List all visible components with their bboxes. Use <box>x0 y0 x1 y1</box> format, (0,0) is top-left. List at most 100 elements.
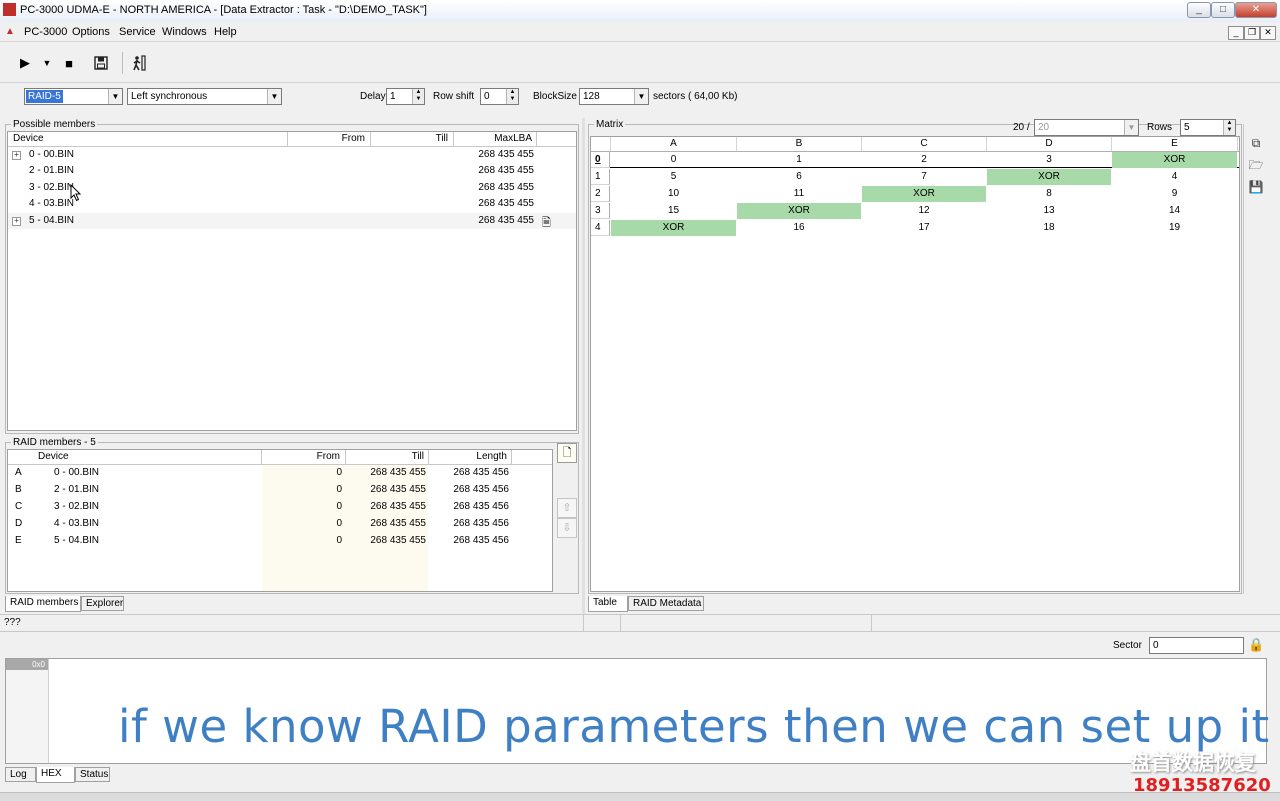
header-till[interactable]: Till <box>373 133 448 144</box>
matrix-col-header[interactable]: A <box>611 137 737 151</box>
matrix-cell-xor[interactable]: XOR <box>737 203 861 219</box>
matrix-col-header[interactable]: D <box>987 137 1112 151</box>
matrix-cell[interactable]: 3 <box>987 152 1111 168</box>
matrix-cell[interactable]: 14 <box>1112 203 1237 219</box>
minimize-button[interactable]: _ <box>1187 2 1211 18</box>
matrix-cell[interactable]: 6 <box>737 169 861 185</box>
spinner-arrows-icon[interactable]: ▲ ▼ <box>1223 120 1235 135</box>
open-folder-icon[interactable]: 🗁 <box>1247 156 1265 174</box>
matrix-col-header[interactable]: B <box>737 137 862 151</box>
vertical-splitter[interactable] <box>582 118 585 628</box>
header-till[interactable]: Till <box>348 451 424 462</box>
matrix-cell[interactable]: 17 <box>862 220 986 236</box>
table-row[interactable]: A 0 - 00.BIN 0 268 435 455 268 435 456 <box>8 465 552 481</box>
matrix-side-toolbar: ⧉ 🗁 💾 <box>1243 124 1268 594</box>
maximize-button[interactable]: □ <box>1211 2 1235 18</box>
header-device[interactable]: Device <box>38 451 69 462</box>
matrix-cell-xor[interactable]: XOR <box>862 186 986 202</box>
toolbar: ▶ ▼ ■ <box>0 42 1280 83</box>
matrix-col-header[interactable]: C <box>862 137 987 151</box>
raid-type-select[interactable]: RAID-5 ▼ <box>24 88 123 105</box>
header-device[interactable]: Device <box>13 133 44 144</box>
dropdown-arrow-icon[interactable]: ▼ <box>38 54 56 72</box>
table-row[interactable]: E 5 - 04.BIN 0 268 435 455 268 435 456 <box>8 533 552 549</box>
matrix-cell[interactable]: 9 <box>1112 186 1237 202</box>
matrix-cell-xor[interactable]: XOR <box>1112 152 1237 168</box>
new-document-icon[interactable]: 🗋 <box>557 443 577 463</box>
table-row[interactable]: C 3 - 02.BIN 0 268 435 455 268 435 456 <box>8 499 552 515</box>
save-disk-icon[interactable]: 💾 <box>1247 178 1265 196</box>
matrix-cell[interactable]: 5 <box>611 169 736 185</box>
mdi-close-button[interactable]: ✕ <box>1260 26 1276 40</box>
matrix-cell[interactable]: 13 <box>987 203 1111 219</box>
move-down-icon[interactable]: ⇩ <box>557 518 577 538</box>
matrix-cell[interactable]: 2 <box>862 152 986 168</box>
tab-table[interactable]: Table <box>588 596 628 612</box>
matrix-count-select[interactable]: 20 ▼ <box>1034 119 1139 136</box>
table-row[interactable]: B 2 - 01.BIN 0 268 435 455 268 435 456 <box>8 482 552 498</box>
exit-icon[interactable] <box>130 54 148 72</box>
tab-raid-members[interactable]: RAID members <box>5 596 81 612</box>
document-icon[interactable]: 🗎 <box>542 214 551 233</box>
list-item[interactable]: 2 - 01.BIN 268 435 455 <box>8 163 576 179</box>
spinner-arrows-icon[interactable]: ▲ ▼ <box>506 89 518 104</box>
matrix-cell[interactable]: 12 <box>862 203 986 219</box>
list-item[interactable]: 3 - 02.BIN 268 435 455 <box>8 180 576 196</box>
matrix-cell-xor[interactable]: XOR <box>987 169 1111 185</box>
sector-input[interactable]: 0 <box>1149 637 1244 654</box>
matrix-cell[interactable]: 1 <box>737 152 861 168</box>
menu-pc3000[interactable]: PC-3000 <box>24 26 67 38</box>
matrix-cell[interactable]: 4 <box>1112 169 1237 185</box>
tab-status[interactable]: Status <box>75 767 110 782</box>
list-item[interactable]: 4 - 03.BIN 268 435 455 <box>8 196 576 212</box>
tab-hex[interactable]: HEX <box>36 767 75 783</box>
matrix-cell[interactable]: 8 <box>987 186 1111 202</box>
tab-raid-metadata[interactable]: RAID Metadata <box>628 596 704 611</box>
menu-service[interactable]: Service <box>119 26 156 38</box>
matrix-cell[interactable]: 11 <box>737 186 861 202</box>
matrix-cell[interactable]: 7 <box>862 169 986 185</box>
matrix-row-header[interactable]: 4 <box>591 220 610 236</box>
layout-select[interactable]: Left synchronous ▼ <box>127 88 282 105</box>
delay-spinner[interactable]: 1 ▲ ▼ <box>386 88 425 105</box>
mdi-minimize-button[interactable]: _ <box>1228 26 1244 40</box>
blocksize-select[interactable]: 128 ▼ <box>579 88 649 105</box>
lock-icon[interactable]: 🔒 <box>1248 637 1264 653</box>
expand-icon[interactable]: + <box>12 151 21 160</box>
tab-log[interactable]: Log <box>5 767 36 782</box>
play-icon[interactable]: ▶ <box>16 54 34 72</box>
matrix-row-header[interactable]: 3 <box>591 203 610 219</box>
menu-windows[interactable]: Windows <box>162 26 207 38</box>
stop-icon[interactable]: ■ <box>60 54 78 72</box>
mdi-restore-button[interactable]: ❐ <box>1244 26 1260 40</box>
menu-help[interactable]: Help <box>214 26 237 38</box>
tab-explorer[interactable]: Explorer <box>81 596 124 611</box>
matrix-row-header[interactable]: 1 <box>591 169 610 185</box>
list-item[interactable]: + 5 - 04.BIN 268 435 455 🗎 <box>8 213 576 229</box>
matrix-cell[interactable]: 19 <box>1112 220 1237 236</box>
matrix-cell[interactable]: 18 <box>987 220 1111 236</box>
header-from[interactable]: From <box>290 133 365 144</box>
header-from[interactable]: From <box>264 451 340 462</box>
matrix-cell-xor[interactable]: XOR <box>611 220 736 236</box>
row-shift-spinner[interactable]: 0 ▲ ▼ <box>480 88 519 105</box>
matrix-cell[interactable]: 15 <box>611 203 736 219</box>
expand-icon[interactable]: + <box>12 217 21 226</box>
matrix-cell[interactable]: 10 <box>611 186 736 202</box>
rows-spinner[interactable]: 5 ▲ ▼ <box>1180 119 1236 136</box>
table-row[interactable]: D 4 - 03.BIN 0 268 435 455 268 435 456 <box>8 516 552 532</box>
menu-options[interactable]: Options <box>72 26 110 38</box>
matrix-cell[interactable]: 16 <box>737 220 861 236</box>
header-length[interactable]: Length <box>431 451 507 462</box>
close-button[interactable]: ✕ <box>1235 2 1277 18</box>
list-item[interactable]: + 0 - 00.BIN 268 435 455 <box>8 147 576 163</box>
matrix-row-header[interactable]: 2 <box>591 186 610 202</box>
matrix-row-header[interactable]: 0 <box>591 152 610 168</box>
move-up-icon[interactable]: ⇧ <box>557 498 577 518</box>
matrix-col-header[interactable]: E <box>1112 137 1238 151</box>
spinner-arrows-icon[interactable]: ▲ ▼ <box>412 89 424 104</box>
matrix-cell[interactable]: 0 <box>611 152 736 168</box>
save-icon[interactable] <box>92 54 110 72</box>
header-maxlba[interactable]: MaxLBA <box>456 133 532 144</box>
export-icon[interactable]: ⧉ <box>1247 134 1265 152</box>
